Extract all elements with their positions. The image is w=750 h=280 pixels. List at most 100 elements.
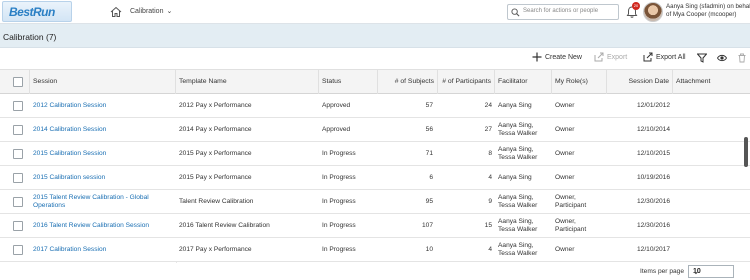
- items-per-page-label: Items per page: [640, 268, 684, 275]
- user-menu[interactable]: Aanya Sing (sfadmin) on behalf of Mya Co…: [666, 3, 750, 19]
- facilitator-cell: Aanya Sing, Tessa Walker: [498, 122, 538, 137]
- column-header-attachment[interactable]: Attachment: [673, 70, 750, 94]
- table-row[interactable]: 2015 Calibration session 2015 Pay x Perf…: [0, 166, 750, 190]
- facilitator-cell: Aanya Sing: [498, 174, 532, 182]
- module-menu-label: Calibration: [130, 8, 164, 15]
- column-header-session[interactable]: Session: [30, 70, 176, 94]
- plus-icon: [532, 52, 542, 62]
- template-name-cell: Talent Review Calibration: [179, 198, 254, 206]
- status-cell: In Progress: [322, 198, 356, 206]
- export-icon: [594, 52, 604, 62]
- my-roles-cell: Owner, Participant: [555, 194, 587, 209]
- create-new-label: Create New: [545, 53, 582, 61]
- session-date-cell: 12/30/2016: [636, 222, 670, 230]
- participants-cell: 4: [488, 246, 492, 254]
- table-header-row: Session Template Name Status # of Subjec…: [0, 70, 750, 94]
- create-new-button[interactable]: Create New: [532, 52, 582, 62]
- participants-cell: 8: [488, 150, 492, 158]
- my-roles-cell: Owner: [555, 102, 575, 110]
- module-menu-button[interactable]: Calibration ⌄: [130, 7, 172, 15]
- home-icon[interactable]: [110, 6, 122, 18]
- row-checkbox[interactable]: [13, 197, 23, 207]
- column-header-status[interactable]: Status: [319, 70, 378, 94]
- user-name-line: Aanya Sing (sfadmin) on behalf: [666, 3, 750, 10]
- session-date-cell: 12/10/2015: [636, 150, 670, 158]
- export-all-icon: [643, 52, 653, 62]
- session-link[interactable]: 2015 Talent Review Calibration - Global …: [30, 190, 176, 214]
- template-name-cell: 2017 Pay x Performance: [179, 246, 252, 254]
- session-link[interactable]: 2015 Calibration session: [30, 166, 176, 190]
- top-navigation-bar: BestRun Calibration ⌄ Search for actions …: [0, 0, 750, 24]
- export-button[interactable]: Export: [594, 52, 627, 62]
- chevron-down-icon: ⌄: [693, 269, 699, 276]
- template-name-cell: 2012 Pay x Performance: [179, 102, 252, 110]
- row-checkbox[interactable]: [13, 173, 23, 183]
- table-row[interactable]: 2016 Talent Review Calibration Session 2…: [0, 214, 750, 238]
- vertical-scrollbar-thumb[interactable]: [744, 137, 748, 167]
- session-link[interactable]: 2017 Calibration Session: [30, 238, 176, 262]
- session-date-cell: 12/10/2014: [636, 126, 670, 134]
- column-header-subjects[interactable]: # of Subjects: [378, 70, 438, 94]
- search-input[interactable]: Search for actions or people: [507, 4, 619, 20]
- status-cell: In Progress: [322, 174, 356, 182]
- notification-count-badge: 20: [632, 2, 640, 10]
- status-cell: Approved: [322, 126, 351, 134]
- session-link[interactable]: 2014 Calibration Session: [30, 118, 176, 142]
- table-row[interactable]: 2017 Calibration Session 2017 Pay x Perf…: [0, 238, 750, 262]
- status-cell: In Progress: [322, 150, 356, 158]
- calibration-sessions-table: Session Template Name Status # of Subjec…: [0, 69, 750, 264]
- company-logo[interactable]: BestRun: [2, 1, 72, 22]
- facilitator-cell: Aanya Sing, Tessa Walker: [498, 146, 538, 161]
- table-row[interactable]: 2015 Calibration Session 2015 Pay x Perf…: [0, 142, 750, 166]
- items-per-page-select[interactable]: 10 ⌄: [688, 265, 734, 278]
- row-checkbox[interactable]: [13, 125, 23, 135]
- column-header-participants[interactable]: # of Participants: [438, 70, 495, 94]
- row-checkbox[interactable]: [13, 149, 23, 159]
- subjects-cell: 107: [421, 222, 433, 230]
- select-all-checkbox[interactable]: [13, 77, 23, 87]
- column-header-template-name[interactable]: Template Name: [176, 70, 319, 94]
- row-checkbox[interactable]: [13, 101, 23, 111]
- status-cell: In Progress: [322, 222, 356, 230]
- table-toolbar: Create New Export Export All: [0, 48, 750, 68]
- column-header-facilitator[interactable]: Facilitator: [495, 70, 552, 94]
- participants-cell: 4: [488, 174, 492, 182]
- table-row[interactable]: 2014 Calibration Session 2014 Pay x Perf…: [0, 118, 750, 142]
- session-link[interactable]: 2012 Calibration Session: [30, 94, 176, 118]
- session-date-cell: 10/19/2016: [636, 174, 670, 182]
- subjects-cell: 71: [425, 150, 433, 158]
- participants-cell: 15: [484, 222, 492, 230]
- delete-icon[interactable]: [737, 53, 747, 63]
- view-icon[interactable]: [717, 53, 727, 63]
- session-link[interactable]: 2016 Talent Review Calibration Session: [30, 214, 176, 238]
- my-roles-cell: Owner: [555, 126, 575, 134]
- session-date-cell: 12/01/2012: [636, 102, 670, 110]
- my-roles-cell: Owner: [555, 150, 575, 158]
- status-cell: Approved: [322, 102, 351, 110]
- subjects-cell: 10: [425, 246, 433, 254]
- my-roles-cell: Owner: [555, 246, 575, 254]
- export-all-button[interactable]: Export All: [643, 52, 686, 62]
- user-avatar[interactable]: [643, 2, 663, 22]
- filter-icon[interactable]: [697, 53, 707, 63]
- table-row[interactable]: 2012 Calibration Session 2012 Pay x Perf…: [0, 94, 750, 118]
- participants-cell: 9: [488, 198, 492, 206]
- logo-text: BestRun: [9, 5, 55, 19]
- template-name-cell: 2015 Pay x Performance: [179, 150, 252, 158]
- table-row[interactable]: 2015 Talent Review Calibration - Global …: [0, 190, 750, 214]
- chevron-down-icon: ⌄: [166, 8, 173, 15]
- facilitator-cell: Aanya Sing, Tessa Walker: [498, 194, 538, 209]
- facilitator-cell: Aanya Sing, Tessa Walker: [498, 218, 538, 233]
- page-title: Calibration (7): [3, 32, 57, 42]
- subjects-cell: 95: [425, 198, 433, 206]
- session-date-cell: 12/10/2017: [636, 246, 670, 254]
- column-header-my-roles[interactable]: My Role(s): [552, 70, 607, 94]
- search-icon: [511, 8, 520, 17]
- row-checkbox[interactable]: [13, 245, 23, 255]
- row-checkbox[interactable]: [13, 221, 23, 231]
- column-header-session-date[interactable]: Session Date: [607, 70, 673, 94]
- facilitator-cell: Aanya Sing, Tessa Walker: [498, 242, 538, 257]
- session-link[interactable]: 2015 Calibration Session: [30, 142, 176, 166]
- my-roles-cell: Owner, Participant: [555, 218, 587, 233]
- subjects-cell: 56: [425, 126, 433, 134]
